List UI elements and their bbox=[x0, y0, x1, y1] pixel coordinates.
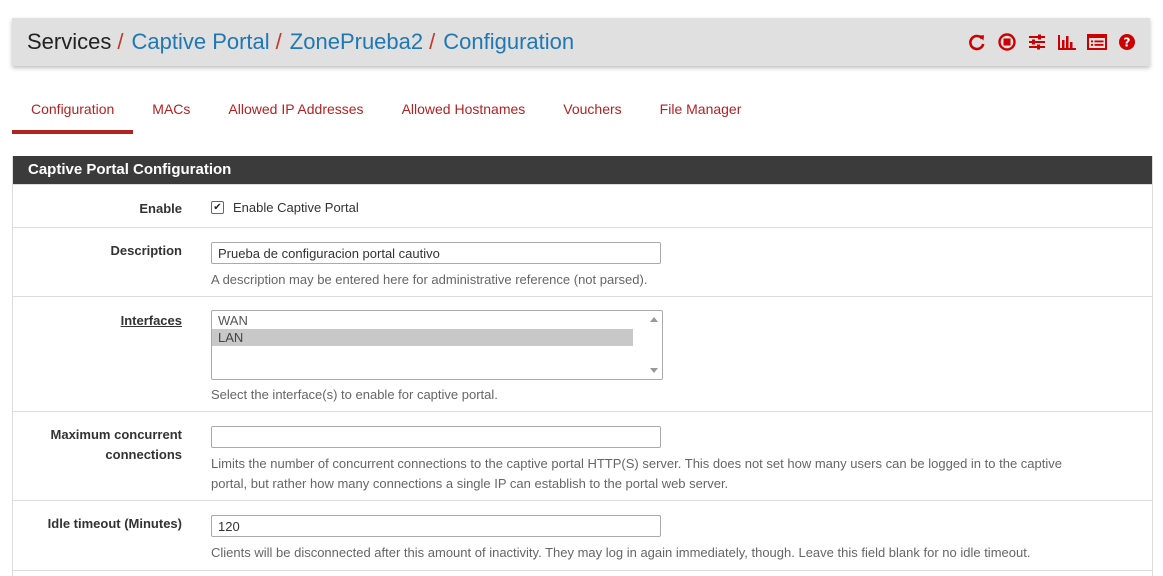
enable-checkbox-line: ✔ Enable Captive Portal bbox=[211, 200, 1142, 215]
help-icon[interactable]: ? bbox=[1116, 32, 1138, 52]
sliders-icon[interactable] bbox=[1026, 32, 1048, 52]
breadcrumb-separator: / bbox=[429, 29, 436, 54]
tab-allowed-hostnames[interactable]: Allowed Hostnames bbox=[383, 88, 545, 134]
tab-configuration[interactable]: Configuration bbox=[12, 88, 134, 134]
max-connections-row: Maximum concurrent connections Limits th… bbox=[13, 411, 1152, 500]
max-connections-input[interactable] bbox=[211, 426, 661, 448]
panel-title: Captive Portal Configuration bbox=[13, 156, 1152, 184]
breadcrumb: Services / Captive Portal / ZonePrueba2 … bbox=[27, 29, 574, 55]
description-help: A description may be entered here for ad… bbox=[211, 272, 648, 287]
tab-bar: Configuration MACs Allowed IP Addresses … bbox=[12, 88, 760, 134]
max-connections-label-line1: Maximum concurrent bbox=[50, 427, 182, 442]
interface-option-lan[interactable]: LAN bbox=[212, 329, 633, 346]
scroll-up-arrow-icon[interactable] bbox=[650, 317, 658, 322]
enable-checkbox[interactable]: ✔ bbox=[211, 201, 224, 214]
idle-timeout-label: Idle timeout (Minutes) bbox=[47, 516, 182, 531]
breadcrumb-captive-portal[interactable]: Captive Portal bbox=[131, 29, 269, 55]
interfaces-label[interactable]: Interfaces bbox=[13, 311, 182, 331]
tab-macs[interactable]: MACs bbox=[133, 88, 209, 134]
log-list-icon[interactable] bbox=[1086, 32, 1108, 52]
max-connections-label: Maximum concurrent connections bbox=[13, 425, 182, 465]
idle-timeout-help: Clients will be disconnected after this … bbox=[211, 545, 1031, 560]
svg-text:?: ? bbox=[1124, 35, 1131, 49]
next-row bbox=[13, 570, 1152, 576]
breadcrumb-root: Services bbox=[27, 29, 112, 54]
reload-icon[interactable] bbox=[966, 32, 988, 52]
enable-label: Enable bbox=[139, 201, 182, 216]
breadcrumb-separator: / bbox=[275, 29, 282, 54]
breadcrumb-configuration[interactable]: Configuration bbox=[443, 29, 574, 55]
max-connections-help-line1: Limits the number of concurrent connecti… bbox=[211, 456, 1062, 471]
tab-allowed-ip-addresses[interactable]: Allowed IP Addresses bbox=[209, 88, 382, 134]
interface-option-wan[interactable]: WAN bbox=[212, 312, 633, 329]
idle-timeout-row: Idle timeout (Minutes) Clients will be d… bbox=[13, 500, 1152, 570]
scroll-down-arrow-icon[interactable] bbox=[650, 368, 658, 373]
page: Services / Captive Portal / ZonePrueba2 … bbox=[0, 0, 1163, 576]
config-panel: Captive Portal Configuration Enable ✔ En… bbox=[12, 156, 1153, 576]
stop-icon[interactable] bbox=[996, 32, 1018, 52]
tab-file-manager[interactable]: File Manager bbox=[641, 88, 761, 134]
breadcrumb-bar: Services / Captive Portal / ZonePrueba2 … bbox=[12, 18, 1150, 66]
interfaces-help: Select the interface(s) to enable for ca… bbox=[211, 387, 498, 402]
header-icon-group: ? bbox=[966, 32, 1138, 52]
bar-chart-icon[interactable] bbox=[1056, 32, 1078, 52]
description-label: Description bbox=[110, 243, 182, 258]
max-connections-help: Limits the number of concurrent connecti… bbox=[211, 454, 1142, 494]
max-connections-label-line2: connections bbox=[105, 447, 182, 462]
max-connections-help-line2: portal, but rather how many connections … bbox=[211, 476, 729, 491]
description-row: Description A description may be entered… bbox=[13, 227, 1152, 296]
tab-vouchers[interactable]: Vouchers bbox=[544, 88, 640, 134]
interfaces-listbox[interactable]: WAN LAN bbox=[211, 310, 663, 380]
listbox-scrollbar[interactable] bbox=[647, 312, 661, 378]
interfaces-row: Interfaces WAN LAN Select the interface(… bbox=[13, 296, 1152, 411]
enable-row: Enable ✔ Enable Captive Portal bbox=[13, 184, 1152, 227]
description-input[interactable] bbox=[211, 242, 661, 264]
idle-timeout-input[interactable] bbox=[211, 515, 661, 537]
enable-checkbox-label[interactable]: Enable Captive Portal bbox=[233, 200, 359, 215]
breadcrumb-zone[interactable]: ZonePrueba2 bbox=[290, 29, 423, 55]
breadcrumb-separator: / bbox=[117, 29, 124, 54]
